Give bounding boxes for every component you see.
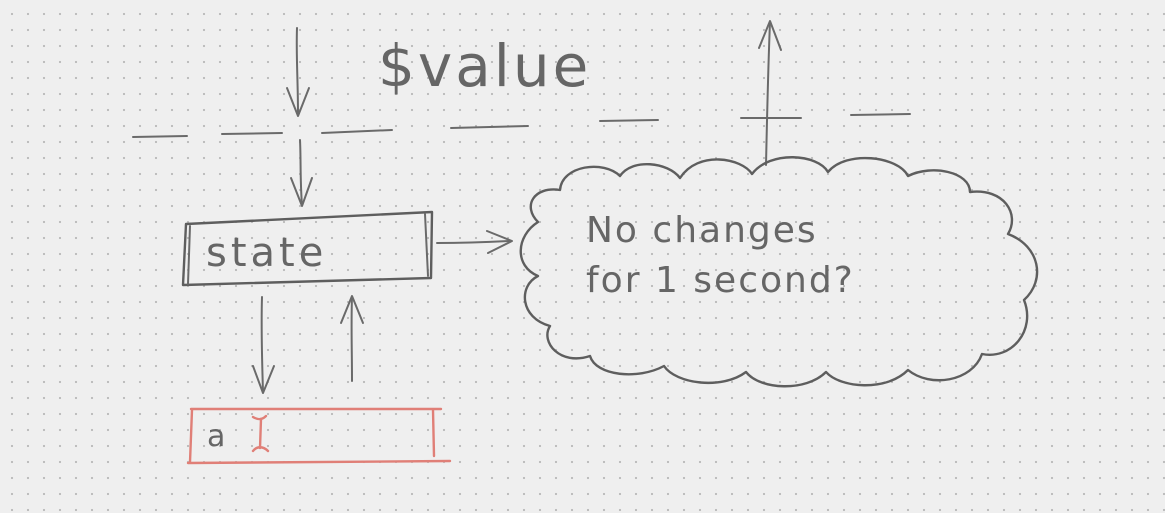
input-value: a [207, 419, 225, 454]
state-label: state [206, 230, 327, 276]
variable-label: $value [378, 32, 591, 100]
state-to-cloud-arrow [436, 230, 513, 254]
dashed-boundary-line [132, 113, 911, 138]
text-input-field[interactable] [186, 407, 452, 465]
cloud-text-line-2: for 1 second? [586, 260, 855, 301]
state-to-input-arrow [252, 296, 275, 394]
incoming-arrow [286, 27, 310, 117]
diagram-canvas: $value state No changes for 1 second? a [132, 20, 1039, 465]
boundary-to-state-arrow [290, 139, 313, 207]
input-to-state-arrow [340, 295, 364, 382]
outgoing-arrow [758, 20, 782, 166]
cloud-text-line-1: No changes [586, 210, 818, 251]
